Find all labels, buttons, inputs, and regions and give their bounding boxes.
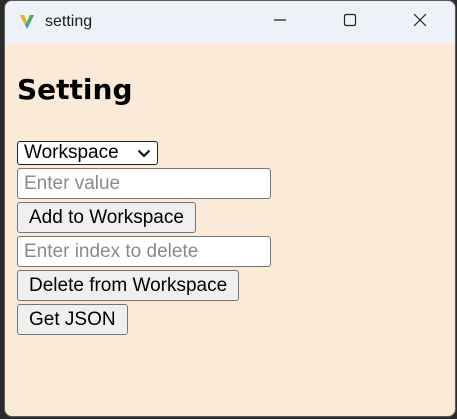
maximize-icon: [343, 13, 357, 32]
delete-index-input[interactable]: Enter index to delete: [17, 236, 271, 267]
add-button[interactable]: Add to Workspace: [17, 202, 196, 233]
chevron-down-icon: [137, 148, 151, 158]
page-heading: Setting: [17, 73, 133, 106]
settings-content: Setting Workspace Enter value Add to Wor…: [5, 75, 455, 335]
window-controls: [245, 1, 455, 43]
target-select[interactable]: Workspace: [17, 141, 158, 165]
maximize-button[interactable]: [315, 1, 385, 43]
target-select-value: Workspace: [24, 142, 119, 163]
title-bar[interactable]: setting: [5, 1, 455, 43]
close-button[interactable]: [385, 1, 455, 43]
settings-form: Workspace Enter value Add to Workspace E…: [17, 141, 443, 335]
delete-index-placeholder: Enter index to delete: [24, 240, 199, 262]
get-json-button[interactable]: Get JSON: [17, 304, 128, 335]
minimize-icon: [273, 13, 287, 32]
window-title: setting: [45, 13, 93, 30]
delete-button[interactable]: Delete from Workspace: [17, 270, 240, 301]
minimize-button[interactable]: [245, 1, 315, 43]
close-icon: [413, 13, 427, 32]
app-logo-icon: [17, 12, 37, 32]
value-input-placeholder: Enter value: [24, 172, 121, 194]
app-window: setting Setting Workspace Enter value Ad…: [4, 0, 456, 417]
value-input[interactable]: Enter value: [17, 168, 271, 199]
